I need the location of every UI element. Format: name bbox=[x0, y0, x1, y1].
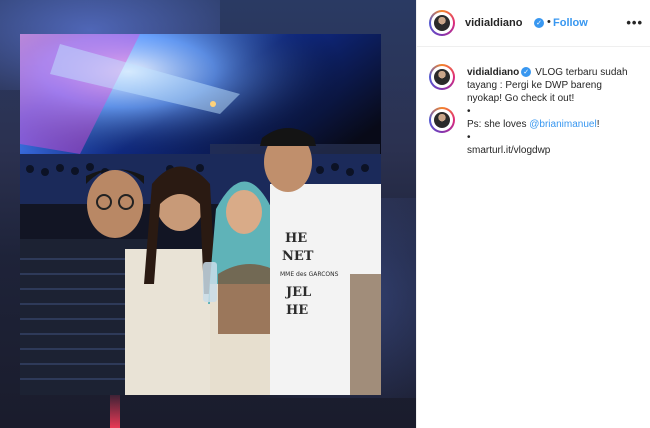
post-media: HE NET MME des GARCONS JEL HE bbox=[0, 0, 416, 428]
mention-link[interactable]: @brianimanuel bbox=[529, 119, 596, 130]
follow-button[interactable]: Follow bbox=[553, 17, 588, 29]
avatar-picture bbox=[434, 15, 450, 31]
post-caption: vidialdiano ✓ VLOG terbaru sudah tayang : … bbox=[467, 66, 637, 157]
concert-photo-illustration: HE NET MME des GARCONS JEL HE bbox=[20, 34, 381, 395]
svg-text:JEL: JEL bbox=[285, 285, 311, 300]
caption-ps-line: Ps: she loves @brianimanuel! bbox=[467, 118, 637, 131]
more-options-icon[interactable]: ••• bbox=[626, 15, 643, 30]
verified-badge-icon: ✓ bbox=[534, 18, 544, 28]
caption-username-link[interactable]: vidialdiano bbox=[467, 67, 519, 78]
avatar-picture bbox=[434, 112, 450, 128]
post-side-panel: vidialdiano ✓ • Follow ••• vidialdiano ✓ V… bbox=[416, 0, 650, 428]
avatar-ring bbox=[431, 109, 453, 131]
post-photo[interactable]: HE NET MME des GARCONS JEL HE bbox=[20, 34, 381, 395]
post-header: vidialdiano ✓ • Follow ••• bbox=[417, 0, 650, 47]
avatar-ring bbox=[431, 66, 453, 88]
caption-bullet: • bbox=[467, 132, 471, 143]
avatar[interactable] bbox=[429, 10, 455, 36]
author-username-link[interactable]: vidialdiano bbox=[465, 17, 522, 29]
caption-avatar[interactable] bbox=[429, 64, 455, 90]
svg-text:MME des GARCONS: MME des GARCONS bbox=[280, 271, 339, 278]
svg-text:HE: HE bbox=[285, 231, 307, 246]
svg-text:NET: NET bbox=[282, 249, 314, 264]
header-separator: • bbox=[547, 16, 551, 28]
caption-text-block: vidialdiano ✓ VLOG terbaru sudah tayang : … bbox=[467, 66, 637, 105]
svg-text:HE: HE bbox=[286, 303, 308, 318]
caption-ps-text: Ps: she loves bbox=[467, 119, 530, 130]
caption-bullet: • bbox=[467, 106, 471, 117]
caption-link[interactable]: smarturl.it/vlogdwp bbox=[467, 144, 637, 157]
verified-badge-icon: ✓ bbox=[521, 67, 532, 78]
avatar-ring bbox=[431, 12, 453, 34]
avatar-picture bbox=[434, 69, 450, 85]
caption-ps-suffix: ! bbox=[596, 119, 600, 130]
reply-avatar[interactable] bbox=[429, 107, 455, 133]
